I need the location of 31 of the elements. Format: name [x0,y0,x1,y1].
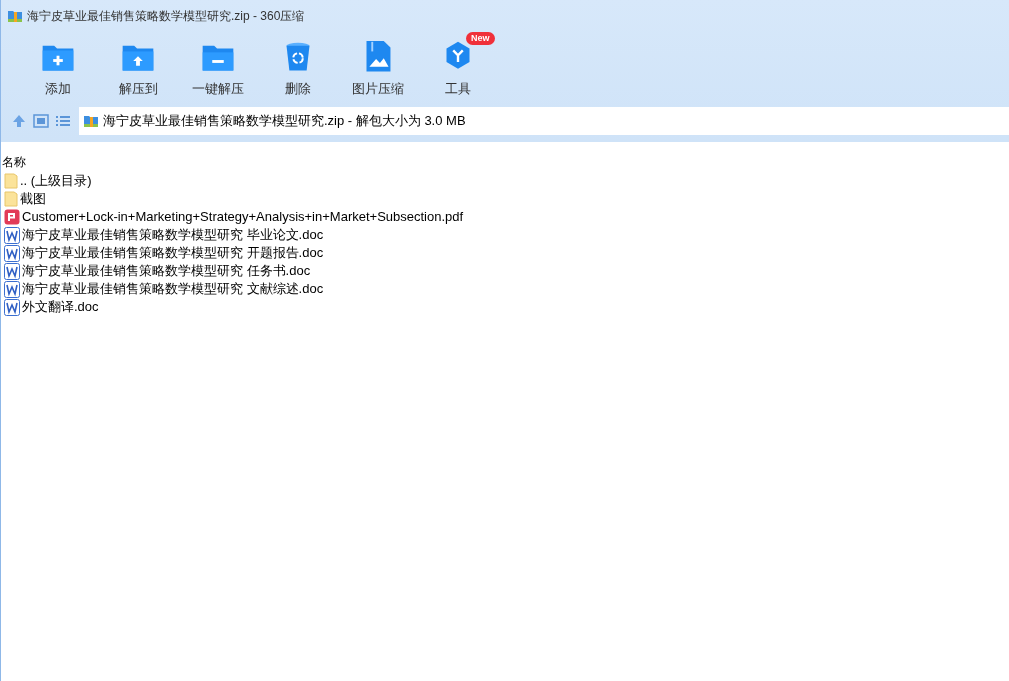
column-header[interactable]: 名称 [1,153,27,171]
word-document-icon [4,244,20,262]
toolbar-button[interactable]: 工具 New [418,32,498,98]
file-name[interactable]: 海宁皮草业最佳销售策略数学模型研究 文献综述.doc [22,279,324,299]
toolbar-button[interactable]: 一键解压 [178,32,258,98]
file-name[interactable]: Customer+Lock-in+Marketing+Strategy+Analysis+in+Market+Subsection.pdf [22,207,464,227]
thumbnail-view-icon[interactable] [33,114,49,128]
file-name[interactable]: .. (上级目录) [20,171,92,191]
word-document-icon [4,262,20,280]
toolbar-button[interactable]: 图片压缩 [338,32,418,98]
archive-icon [7,8,23,24]
pdf-file-icon [4,209,20,225]
file-name[interactable]: 海宁皮草业最佳销售策略数学模型研究 任务书.doc [22,261,311,281]
up-arrow-icon[interactable] [11,113,27,129]
toolbar-button[interactable]: 删除 [258,32,338,98]
file-name[interactable]: 外文翻译.doc [22,297,99,317]
window-title: 海宁皮草业最佳销售策略数学模型研究.zip - 360压缩 [27,8,305,25]
list-view-icon[interactable] [55,114,71,128]
word-document-icon [4,280,20,298]
archive-icon [83,113,99,129]
folder-icon [4,173,18,189]
file-name[interactable]: 海宁皮草业最佳销售策略数学模型研究 毕业论文.doc [22,225,324,245]
word-document-icon [4,298,20,316]
file-name[interactable]: 海宁皮草业最佳销售策略数学模型研究 开题报告.doc [22,243,324,263]
toolbar-button[interactable]: 添加 [18,32,98,98]
word-document-icon [4,226,20,244]
new-badge: New [466,32,495,45]
folder-icon [4,191,18,207]
toolbar-button[interactable]: 解压到 [98,32,178,98]
file-name[interactable]: 截图 [20,189,46,209]
address-bar[interactable]: 海宁皮草业最佳销售策略数学模型研究.zip - 解包大小为 3.0 MB [79,107,1009,135]
